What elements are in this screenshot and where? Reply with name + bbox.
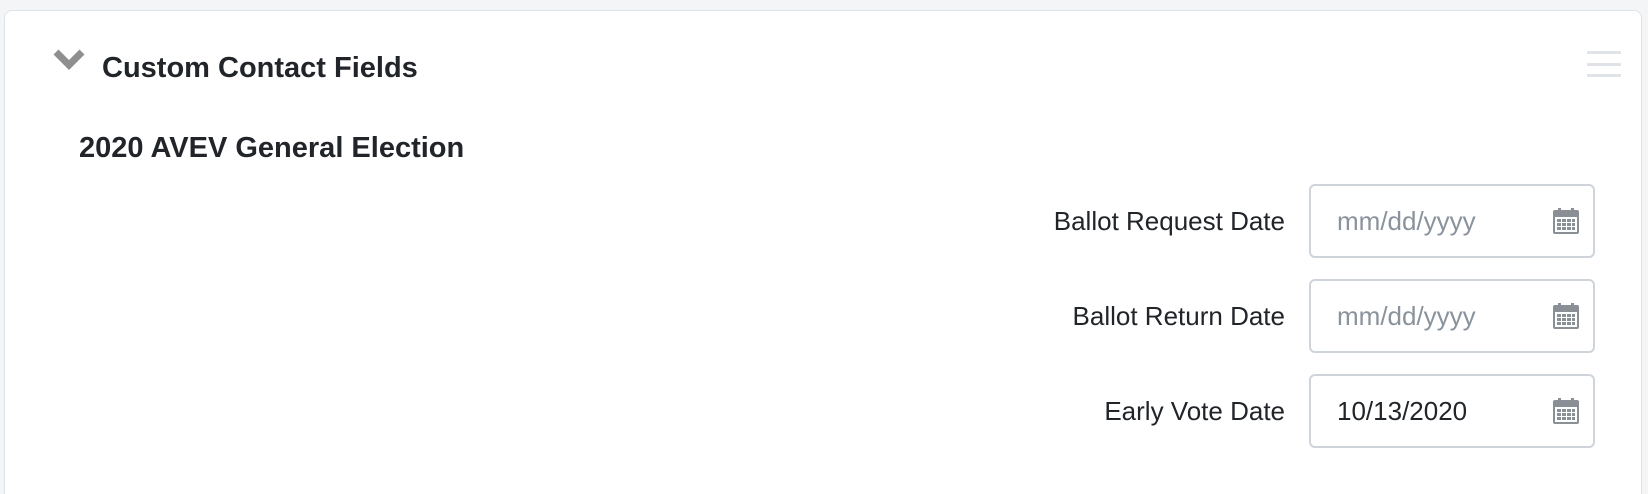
ballot-return-date-input[interactable] bbox=[1337, 286, 1557, 346]
field-label: Ballot Request Date bbox=[1053, 206, 1285, 236]
section-title: 2020 AVEV General Election bbox=[79, 132, 465, 164]
early-vote-date-input[interactable] bbox=[1337, 381, 1557, 441]
field-label: Early Vote Date bbox=[1104, 396, 1285, 426]
early-vote-date-input-wrapper bbox=[1309, 374, 1595, 448]
panel-header: Custom Contact Fields bbox=[5, 11, 1641, 111]
calendar-icon[interactable] bbox=[1553, 398, 1579, 424]
field-row-early-vote-date: Early Vote Date bbox=[1104, 374, 1595, 448]
panel-title: Custom Contact Fields bbox=[102, 52, 418, 84]
field-row-ballot-request-date: Ballot Request Date bbox=[1054, 184, 1595, 258]
handle-line bbox=[1587, 74, 1621, 77]
ballot-request-date-input[interactable] bbox=[1337, 191, 1557, 251]
handle-line bbox=[1587, 51, 1621, 54]
ballot-request-date-input-wrapper bbox=[1309, 184, 1595, 258]
field-row-ballot-return-date: Ballot Return Date bbox=[1073, 279, 1595, 353]
ballot-return-date-input-wrapper bbox=[1309, 279, 1595, 353]
chevron-down-icon[interactable] bbox=[51, 45, 87, 73]
calendar-icon[interactable] bbox=[1553, 208, 1579, 234]
custom-contact-fields-panel: Custom Contact Fields 2020 AVEV General … bbox=[4, 10, 1642, 494]
calendar-icon[interactable] bbox=[1553, 303, 1579, 329]
handle-line bbox=[1587, 62, 1621, 66]
field-label: Ballot Return Date bbox=[1072, 301, 1285, 331]
drag-handle-icon[interactable] bbox=[1587, 49, 1621, 79]
